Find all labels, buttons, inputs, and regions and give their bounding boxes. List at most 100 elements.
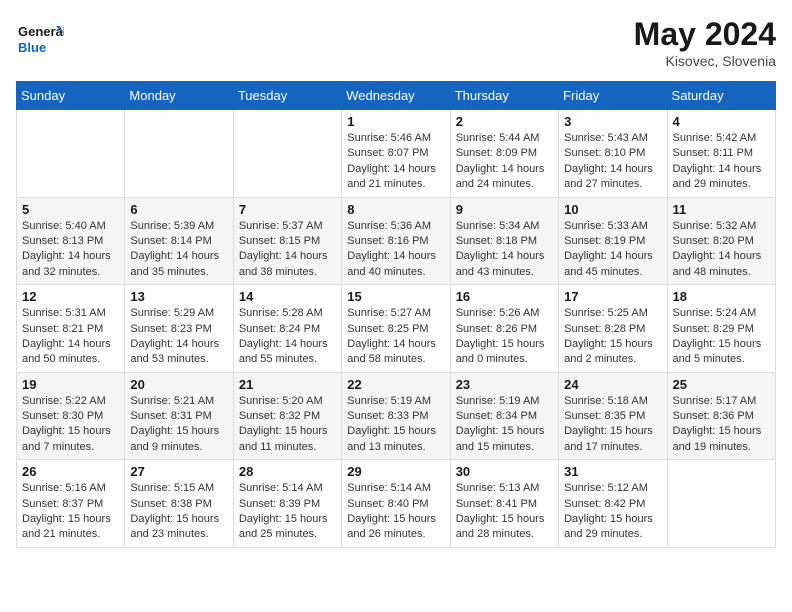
day-info: Sunrise: 5:40 AM Sunset: 8:13 PM Dayligh… [22,219,119,281]
day-number: 9 [456,202,553,217]
location-subtitle: Kisovec, Slovenia [634,53,776,69]
day-number: 19 [22,377,119,392]
day-info: Sunrise: 5:26 AM Sunset: 8:26 PM Dayligh… [456,306,553,368]
calendar-cell: 26 Sunrise: 5:16 AM Sunset: 8:37 PM Dayli… [17,460,125,548]
calendar-week-row: 5 Sunrise: 5:40 AM Sunset: 8:13 PM Daylig… [17,197,776,285]
day-number: 5 [22,202,119,217]
day-info: Sunrise: 5:16 AM Sunset: 8:37 PM Dayligh… [22,481,119,543]
calendar-cell: 3 Sunrise: 5:43 AM Sunset: 8:10 PM Daylig… [559,110,667,198]
day-info: Sunrise: 5:44 AM Sunset: 8:09 PM Dayligh… [456,131,553,193]
calendar-cell: 1 Sunrise: 5:46 AM Sunset: 8:07 PM Daylig… [342,110,450,198]
day-info: Sunrise: 5:20 AM Sunset: 8:32 PM Dayligh… [239,394,336,456]
day-number: 10 [564,202,661,217]
day-info: Sunrise: 5:27 AM Sunset: 8:25 PM Dayligh… [347,306,444,368]
calendar-cell: 11Sunrise: 5:32 AM Sunset: 8:20 PM Dayli… [667,197,775,285]
day-info: Sunrise: 5:19 AM Sunset: 8:34 PM Dayligh… [456,394,553,456]
page-header: General Blue May 2024 Kisovec, Slovenia [16,16,776,69]
title-block: May 2024 Kisovec, Slovenia [634,16,776,69]
calendar-cell [17,110,125,198]
day-info: Sunrise: 5:18 AM Sunset: 8:35 PM Dayligh… [564,394,661,456]
day-number: 18 [673,289,770,304]
logo-svg: General Blue [16,16,64,64]
day-info: Sunrise: 5:24 AM Sunset: 8:29 PM Dayligh… [673,306,770,368]
calendar-cell: 18 Sunrise: 5:24 AM Sunset: 8:29 PM Dayli… [667,285,775,373]
day-number: 17 [564,289,661,304]
calendar-cell: 6Sunrise: 5:39 AM Sunset: 8:14 PM Daylig… [125,197,233,285]
day-number: 1 [347,114,444,129]
day-number: 29 [347,464,444,479]
calendar-week-row: 26 Sunrise: 5:16 AM Sunset: 8:37 PM Dayli… [17,460,776,548]
day-number: 21 [239,377,336,392]
calendar-week-row: 1 Sunrise: 5:46 AM Sunset: 8:07 PM Daylig… [17,110,776,198]
calendar-cell [125,110,233,198]
day-number: 7 [239,202,336,217]
day-info: Sunrise: 5:22 AM Sunset: 8:30 PM Dayligh… [22,394,119,456]
day-info: Sunrise: 5:46 AM Sunset: 8:07 PM Dayligh… [347,131,444,193]
calendar-cell: 28 Sunrise: 5:14 AM Sunset: 8:39 PM Dayli… [233,460,341,548]
calendar-cell: 31Sunrise: 5:12 AM Sunset: 8:42 PM Dayli… [559,460,667,548]
calendar-cell: 5 Sunrise: 5:40 AM Sunset: 8:13 PM Daylig… [17,197,125,285]
calendar-week-row: 12 Sunrise: 5:31 AM Sunset: 8:21 PM Dayli… [17,285,776,373]
weekday-header-saturday: Saturday [667,82,775,110]
calendar-cell: 2 Sunrise: 5:44 AM Sunset: 8:09 PM Daylig… [450,110,558,198]
weekday-header-wednesday: Wednesday [342,82,450,110]
day-info: Sunrise: 5:32 AM Sunset: 8:20 PM Dayligh… [673,219,770,281]
day-info: Sunrise: 5:19 AM Sunset: 8:33 PM Dayligh… [347,394,444,456]
day-number: 4 [673,114,770,129]
calendar-cell [233,110,341,198]
day-info: Sunrise: 5:28 AM Sunset: 8:24 PM Dayligh… [239,306,336,368]
calendar-cell: 20Sunrise: 5:21 AM Sunset: 8:31 PM Dayli… [125,372,233,460]
day-info: Sunrise: 5:42 AM Sunset: 8:11 PM Dayligh… [673,131,770,193]
day-number: 13 [130,289,227,304]
day-info: Sunrise: 5:36 AM Sunset: 8:16 PM Dayligh… [347,219,444,281]
weekday-header-sunday: Sunday [17,82,125,110]
svg-text:Blue: Blue [18,40,46,55]
weekday-header-row: SundayMondayTuesdayWednesdayThursdayFrid… [17,82,776,110]
calendar-cell [667,460,775,548]
day-info: Sunrise: 5:39 AM Sunset: 8:14 PM Dayligh… [130,219,227,281]
logo: General Blue [16,16,64,64]
calendar-cell: 29Sunrise: 5:14 AM Sunset: 8:40 PM Dayli… [342,460,450,548]
calendar-cell: 25 Sunrise: 5:17 AM Sunset: 8:36 PM Dayli… [667,372,775,460]
calendar-cell: 4 Sunrise: 5:42 AM Sunset: 8:11 PM Daylig… [667,110,775,198]
calendar-cell: 16Sunrise: 5:26 AM Sunset: 8:26 PM Dayli… [450,285,558,373]
calendar-week-row: 19 Sunrise: 5:22 AM Sunset: 8:30 PM Dayli… [17,372,776,460]
day-number: 23 [456,377,553,392]
calendar-cell: 21 Sunrise: 5:20 AM Sunset: 8:32 PM Dayli… [233,372,341,460]
calendar-cell: 22 Sunrise: 5:19 AM Sunset: 8:33 PM Dayli… [342,372,450,460]
day-info: Sunrise: 5:43 AM Sunset: 8:10 PM Dayligh… [564,131,661,193]
day-number: 14 [239,289,336,304]
calendar-cell: 24Sunrise: 5:18 AM Sunset: 8:35 PM Dayli… [559,372,667,460]
calendar-cell: 15Sunrise: 5:27 AM Sunset: 8:25 PM Dayli… [342,285,450,373]
day-number: 26 [22,464,119,479]
day-number: 8 [347,202,444,217]
calendar-cell: 27 Sunrise: 5:15 AM Sunset: 8:38 PM Dayli… [125,460,233,548]
day-number: 2 [456,114,553,129]
month-year-title: May 2024 [634,16,776,53]
day-info: Sunrise: 5:14 AM Sunset: 8:39 PM Dayligh… [239,481,336,543]
day-number: 28 [239,464,336,479]
calendar-cell: 8 Sunrise: 5:36 AM Sunset: 8:16 PM Daylig… [342,197,450,285]
day-number: 30 [456,464,553,479]
day-info: Sunrise: 5:15 AM Sunset: 8:38 PM Dayligh… [130,481,227,543]
day-number: 3 [564,114,661,129]
calendar-cell: 19 Sunrise: 5:22 AM Sunset: 8:30 PM Dayli… [17,372,125,460]
day-info: Sunrise: 5:34 AM Sunset: 8:18 PM Dayligh… [456,219,553,281]
calendar-cell: 12 Sunrise: 5:31 AM Sunset: 8:21 PM Dayli… [17,285,125,373]
weekday-header-monday: Monday [125,82,233,110]
day-number: 22 [347,377,444,392]
calendar-cell: 13Sunrise: 5:29 AM Sunset: 8:23 PM Dayli… [125,285,233,373]
calendar-cell: 10 Sunrise: 5:33 AM Sunset: 8:19 PM Dayli… [559,197,667,285]
calendar-cell: 7Sunrise: 5:37 AM Sunset: 8:15 PM Daylig… [233,197,341,285]
day-number: 25 [673,377,770,392]
day-info: Sunrise: 5:13 AM Sunset: 8:41 PM Dayligh… [456,481,553,543]
day-info: Sunrise: 5:25 AM Sunset: 8:28 PM Dayligh… [564,306,661,368]
calendar-cell: 14 Sunrise: 5:28 AM Sunset: 8:24 PM Dayli… [233,285,341,373]
day-number: 12 [22,289,119,304]
calendar-cell: 23 Sunrise: 5:19 AM Sunset: 8:34 PM Dayli… [450,372,558,460]
weekday-header-tuesday: Tuesday [233,82,341,110]
day-info: Sunrise: 5:17 AM Sunset: 8:36 PM Dayligh… [673,394,770,456]
day-info: Sunrise: 5:31 AM Sunset: 8:21 PM Dayligh… [22,306,119,368]
day-info: Sunrise: 5:33 AM Sunset: 8:19 PM Dayligh… [564,219,661,281]
day-number: 27 [130,464,227,479]
